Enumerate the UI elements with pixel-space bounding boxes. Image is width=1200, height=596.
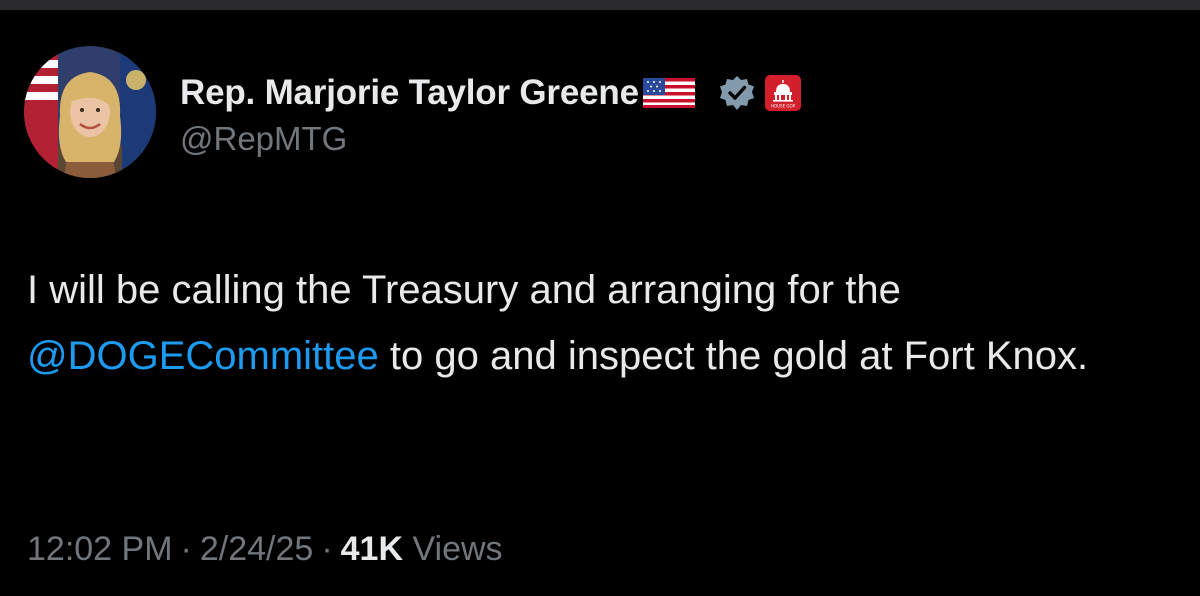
tweet: Rep. Marjorie Taylor Greene HOUSE GOP @R… <box>0 10 1200 596</box>
tweet-header: Rep. Marjorie Taylor Greene HOUSE GOP @R… <box>180 70 1160 158</box>
house-gop-icon[interactable]: HOUSE GOP <box>764 75 801 111</box>
mention-link[interactable]: @DOGECommittee <box>27 334 379 378</box>
avatar[interactable] <box>24 46 156 178</box>
author-name[interactable]: Rep. Marjorie Taylor Greene <box>180 73 639 113</box>
tweet-text-before: I will be calling the Treasury and arran… <box>27 268 901 312</box>
top-divider <box>0 0 1200 10</box>
us-flag-icon <box>642 78 695 108</box>
tweet-date[interactable]: 2/24/25 <box>200 530 313 568</box>
views-label: Views <box>412 530 503 568</box>
tweet-meta: 12:02 PM · 2/24/25 · 41K Views <box>27 530 503 569</box>
name-row: Rep. Marjorie Taylor Greene HOUSE GOP <box>180 70 1160 116</box>
views-count[interactable]: 41K <box>341 530 403 568</box>
affiliation-badge-text: HOUSE GOP <box>771 104 796 109</box>
tweet-text-after: to go and inspect the gold at Fort Knox. <box>378 334 1089 378</box>
meta-separator: · <box>321 530 333 568</box>
profile-photo <box>24 46 156 178</box>
tweet-text: I will be calling the Treasury and arran… <box>27 257 1167 389</box>
author-handle[interactable]: @RepMTG <box>180 120 1160 158</box>
verified-badge-icon[interactable] <box>719 75 755 111</box>
tweet-time[interactable]: 12:02 PM <box>27 530 173 568</box>
meta-separator: · <box>180 530 192 568</box>
